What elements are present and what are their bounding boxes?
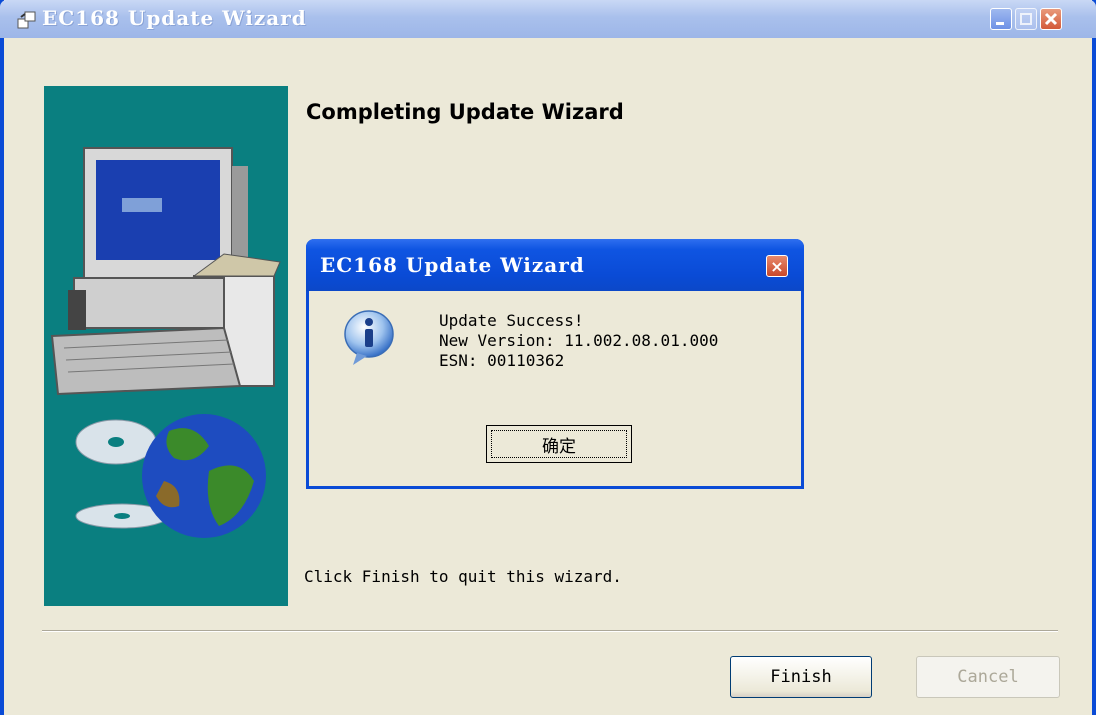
message-line: New Version: 11.002.08.01.000 — [439, 331, 719, 350]
message-dialog: EC168 Update Wizard × Update Success! Ne… — [306, 239, 804, 489]
info-icon — [344, 310, 394, 365]
finish-button[interactable]: Finish — [730, 656, 872, 698]
ok-focus-rect: 确定 — [491, 430, 627, 458]
finish-label: Finish — [770, 667, 832, 687]
finish-instruction: Click Finish to quit this wizard. — [304, 567, 622, 586]
main-titlebar[interactable]: EC168 Update Wizard — [0, 0, 1096, 38]
message-line: ESN: 00110362 — [439, 351, 565, 370]
cancel-button[interactable]: Cancel — [916, 656, 1060, 698]
close-icon — [1044, 12, 1058, 26]
app-icon — [17, 11, 36, 29]
wizard-side-image — [44, 86, 288, 606]
close-button[interactable] — [1040, 8, 1062, 30]
ok-button[interactable]: 确定 — [486, 425, 632, 463]
dialog-message: Update Success! New Version: 11.002.08.0… — [439, 311, 718, 371]
maximize-icon — [1020, 13, 1032, 25]
window-title: EC168 Update Wizard — [42, 6, 307, 30]
message-line: Update Success! — [439, 311, 584, 330]
cancel-label: Cancel — [957, 667, 1019, 687]
button-separator — [42, 630, 1058, 632]
ok-label: 确定 — [542, 436, 576, 457]
minimize-icon — [996, 22, 1004, 25]
maximize-button[interactable] — [1015, 8, 1037, 30]
page-heading: Completing Update Wizard — [306, 100, 624, 124]
dialog-title: EC168 Update Wizard — [320, 253, 585, 277]
minimize-button[interactable] — [990, 8, 1012, 30]
dialog-close-button[interactable]: × — [766, 255, 788, 277]
close-icon: × — [770, 256, 784, 276]
dialog-titlebar[interactable]: EC168 Update Wizard × — [306, 239, 804, 291]
computer-globe-illustration — [50, 147, 281, 538]
